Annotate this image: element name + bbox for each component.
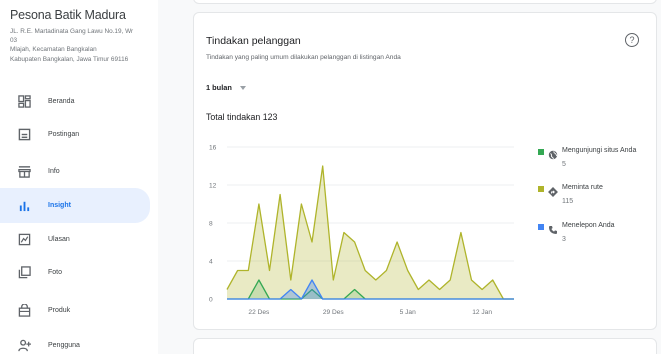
phone-icon — [548, 222, 558, 234]
business-name: Pesona Batik Madura — [10, 8, 126, 22]
post-icon — [17, 127, 31, 141]
actions-area-chart: 0 4 8 12 16 22 Des 29 Des 5 Jan 12 Jan — [209, 145, 514, 316]
sidebar-item-label: Ulasan — [48, 235, 70, 243]
sidebar-item-postingan[interactable]: Postingan — [0, 119, 150, 149]
chevron-down-icon — [239, 85, 246, 90]
storefront-icon — [17, 164, 31, 178]
total-actions: Total tindakan 123 — [206, 112, 278, 122]
sidebar-item-produk[interactable]: Produk — [0, 295, 150, 325]
product-bag-icon — [17, 303, 31, 317]
legend-total: 115 — [562, 198, 574, 205]
address-line: JL. R.E. Martadinata Gang Lawu No.19, Wr — [10, 28, 134, 35]
period-selected-value: 1 bulan — [206, 83, 232, 92]
business-address: JL. R.E. Martadinata Gang Lawu No.19, Wr… — [10, 27, 150, 64]
sidebar: Pesona Batik Madura JL. R.E. Martadinata… — [0, 0, 158, 354]
legend-swatch — [538, 186, 544, 192]
period-dropdown[interactable]: 1 bulan — [206, 83, 246, 92]
sidebar-item-pengguna[interactable]: Pengguna — [0, 330, 150, 354]
legend-swatch — [538, 149, 544, 155]
previous-card — [193, 0, 657, 4]
legend-total: 3 — [562, 236, 566, 243]
address-line: Mlajah, Kecamatan Bangkalan — [10, 46, 97, 54]
customer-actions-card: Tindakan pelanggan Tindakan yang paling … — [193, 12, 657, 330]
sidebar-item-insight[interactable]: Insight — [0, 188, 150, 223]
sidebar-item-label: Pengguna — [48, 341, 80, 349]
x-tick-label: 5 Jan — [400, 309, 416, 316]
bar-chart-icon — [17, 199, 31, 213]
x-tick-label: 12 Jan — [472, 309, 492, 316]
legend-label: Meminta rute — [562, 184, 603, 191]
add-user-icon — [17, 338, 31, 352]
y-tick-label: 4 — [209, 259, 213, 266]
legend-swatch — [538, 224, 544, 230]
sidebar-item-label: Beranda — [48, 97, 75, 105]
y-tick-label: 16 — [209, 145, 217, 152]
sidebar-item-ulasan[interactable]: Ulasan — [0, 224, 150, 254]
card-subtitle: Tindakan yang paling umum dilakukan pela… — [206, 54, 401, 61]
legend-label: Menelepon Anda — [562, 222, 615, 229]
sidebar-item-label: Foto — [48, 268, 63, 276]
home-grid-icon — [17, 94, 31, 108]
x-tick-label: 29 Des — [323, 309, 345, 316]
directions-icon — [548, 184, 558, 197]
sidebar-item-foto[interactable]: Foto — [0, 257, 150, 287]
sidebar-item-beranda[interactable]: Beranda — [0, 86, 150, 116]
sidebar-item-label: Postingan — [48, 130, 80, 138]
y-tick-label: 0 — [209, 297, 213, 304]
sidebar-item-label: Insight — [48, 202, 71, 209]
y-tick-label: 8 — [209, 221, 213, 228]
help-circle-icon[interactable]: ? — [625, 33, 639, 47]
address-line: Kabupaten Bangkalan, Jawa Timur 69116 — [10, 55, 129, 63]
sidebar-item-info[interactable]: Info — [0, 156, 150, 186]
photo-icon — [17, 265, 31, 279]
card-title: Tindakan pelanggan — [206, 35, 301, 47]
address-line: 03 — [10, 37, 18, 45]
sidebar-item-label: Produk — [48, 306, 71, 314]
x-tick-label: 22 Des — [248, 309, 270, 316]
y-tick-label: 12 — [209, 183, 217, 190]
legend-total: 5 — [562, 161, 566, 168]
globe-icon — [548, 147, 558, 160]
legend-label: Mengunjungi situs Anda — [562, 147, 637, 154]
next-card — [193, 338, 657, 354]
reviews-icon — [17, 232, 31, 246]
sidebar-item-label: Info — [48, 167, 60, 175]
